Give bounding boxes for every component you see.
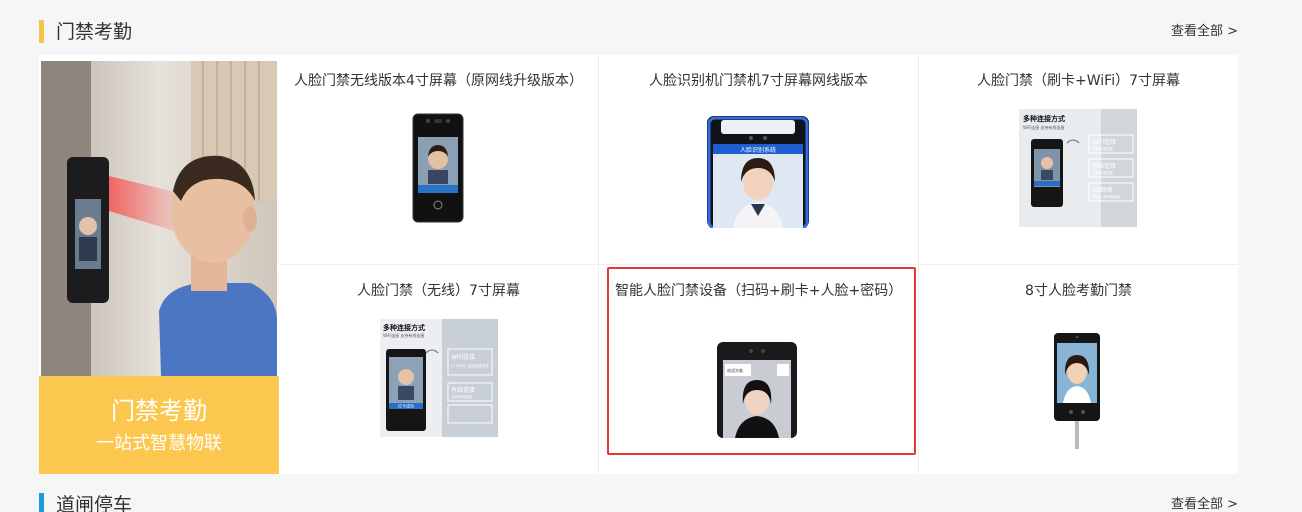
product-card[interactable]: 智能人脸门禁设备（扫码+刷卡+人脸+密码） 欢迎光临 <box>599 265 919 474</box>
promo-option: WiFi连接 <box>451 353 475 361</box>
product-image[interactable] <box>412 113 464 227</box>
product-image[interactable]: 欢迎光临 <box>717 342 797 442</box>
section-title: 门禁考勤 <box>56 21 133 43</box>
promo-option: WiFi连接 <box>1092 138 1116 146</box>
category-banner[interactable]: 门禁考勤 一站式智慧物联 <box>39 55 279 474</box>
promo-option: 有线连接 <box>1092 162 1116 170</box>
section-header-parking: 道闸停车 查看全部 > <box>39 492 1238 512</box>
promo-option: 4G网络 <box>1092 186 1112 194</box>
view-all-link[interactable]: 查看全部 > <box>1171 494 1238 512</box>
promo-option: 有线连接 <box>451 386 475 394</box>
promo-subtitle: WiFi连接 支持有线连接 <box>1023 124 1064 130</box>
section-title: 道闸停车 <box>56 494 133 512</box>
banner-subtitle: 一站式智慧物联 <box>96 433 222 454</box>
promo-option-note: 支持有线连接 <box>1092 170 1113 175</box>
product-image[interactable]: 多种连接方式 WiFi连接 支持有线连接 打卡成功 WiFi连接 (2.4GHz… <box>380 319 498 441</box>
view-all-link[interactable]: 查看全部 > <box>1171 21 1238 43</box>
banner-title: 门禁考勤 <box>111 397 207 425</box>
product-image[interactable]: 多种连接方式 WiFi连接 支持有线连接 WiFi连接 支持有线连接 有线连接 … <box>1019 109 1137 231</box>
promo-title: 多种连接方式 <box>383 323 425 332</box>
product-name[interactable]: 人脸门禁（刷卡+WiFi）7寸屏幕 <box>919 72 1238 90</box>
product-card[interactable]: 8寸人脸考勤门禁 <box>919 265 1238 474</box>
product-card[interactable]: 人脸识别机门禁机7寸屏幕网线版本 人脸识别系统 <box>599 55 919 265</box>
product-name[interactable]: 人脸门禁（无线）7寸屏幕 <box>279 282 598 300</box>
promo-option-note: 支持有线连接 <box>451 394 472 399</box>
screen-label: 欢迎光临 <box>727 367 743 373</box>
product-name[interactable]: 人脸门禁无线版本4寸屏幕（原网线升级版本） <box>279 72 598 90</box>
promo-option-note: 支持有线连接 <box>1092 146 1113 151</box>
banner-caption: 门禁考勤 一站式智慧物联 <box>39 376 279 474</box>
product-name[interactable]: 智能人脸门禁设备（扫码+刷卡+人脸+密码） <box>615 282 918 300</box>
section-accent-bar <box>39 493 44 512</box>
banner-photo <box>41 61 277 376</box>
screen-label: 打卡成功 <box>398 403 414 409</box>
product-name[interactable]: 8寸人脸考勤门禁 <box>919 282 1238 300</box>
product-image[interactable] <box>1054 333 1100 453</box>
product-image[interactable]: 人脸识别系统 <box>707 116 809 232</box>
product-grid: 人脸门禁无线版本4寸屏幕（原网线升级版本） 人脸识别机门禁机7寸屏幕网线版本 人… <box>279 55 1238 474</box>
product-name[interactable]: 人脸识别机门禁机7寸屏幕网线版本 <box>599 72 918 90</box>
section-accent-bar <box>39 20 44 43</box>
promo-title: 多种连接方式 <box>1023 114 1065 123</box>
promo-subtitle: WiFi连接 支持有线连接 <box>383 332 424 338</box>
screen-title: 人脸识别系统 <box>740 146 776 154</box>
section-header-access-control: 门禁考勤 查看全部 > <box>39 19 1238 45</box>
product-card[interactable]: 人脸门禁（无线）7寸屏幕 多种连接方式 WiFi连接 支持有线连接 打卡成功 W… <box>279 265 599 474</box>
product-card[interactable]: 人脸门禁（刷卡+WiFi）7寸屏幕 多种连接方式 WiFi连接 支持有线连接 W… <box>919 55 1238 265</box>
promo-option-note: 适用于无网络场景 <box>1092 194 1120 199</box>
promo-option-note: (2.4GHz) 支持连接无线 <box>451 363 489 368</box>
product-card[interactable]: 人脸门禁无线版本4寸屏幕（原网线升级版本） <box>279 55 599 265</box>
